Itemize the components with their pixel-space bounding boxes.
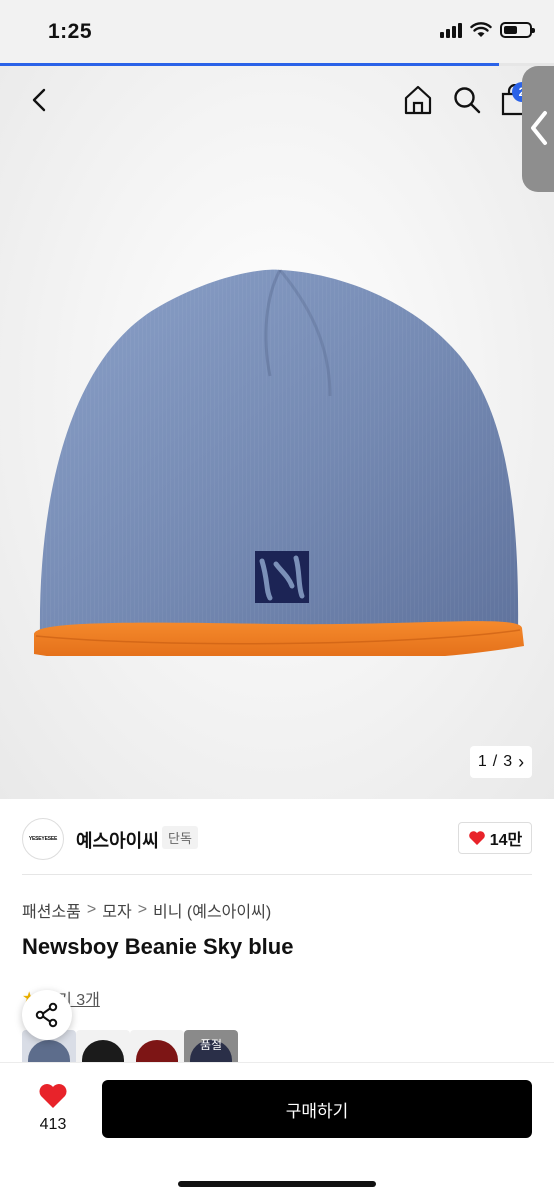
breadcrumb-item[interactable]: 비니 (예스아이씨): [153, 898, 271, 922]
divider: [22, 874, 532, 875]
swatch-cap: [28, 1040, 70, 1062]
share-icon: [35, 1002, 58, 1028]
wishlist-button[interactable]: 413: [30, 1083, 76, 1134]
soldout-label: 품절: [199, 1038, 223, 1052]
product-image-beanie: [34, 269, 524, 656]
exclusive-tag: 단독: [162, 826, 198, 849]
signal-icon: [440, 22, 462, 38]
breadcrumb-separator: >: [86, 901, 97, 918]
wishlist-count: 413: [39, 1116, 67, 1133]
battery-icon: [500, 22, 535, 38]
product-gallery[interactable]: 2 1: [0, 66, 554, 799]
status-bar: 1:25: [0, 0, 554, 64]
heart-icon: [468, 831, 485, 845]
swatch-cap: [82, 1040, 124, 1062]
breadcrumb-separator: >: [137, 901, 148, 918]
swatch-option[interactable]: [76, 1030, 130, 1062]
brand-like-count: 14만: [489, 832, 523, 849]
home-indicator: [178, 1181, 376, 1187]
counter-total: 3: [503, 753, 513, 770]
buy-button[interactable]: 구매하기: [102, 1080, 532, 1138]
chevron-right-icon: ›: [518, 752, 525, 772]
brand-row: YESEYESEE 예스아이씨 단독 14만: [0, 800, 554, 874]
chevron-left-icon: [531, 111, 547, 145]
swatch-cap: [136, 1040, 178, 1062]
breadcrumb: 패션소품 > 모자 > 비니 (예스아이씨): [22, 898, 271, 922]
breadcrumb-item[interactable]: 모자: [102, 898, 131, 922]
bottom-action-bar: 413 구매하기: [0, 1062, 554, 1200]
brand-logo[interactable]: YESEYESEE: [22, 818, 64, 860]
brand-name[interactable]: 예스아이씨: [76, 827, 159, 853]
brand-logo-text: YESEYESEE: [28, 836, 58, 842]
side-drawer-tab[interactable]: [522, 66, 554, 192]
breadcrumb-item[interactable]: 패션소품: [22, 898, 81, 922]
counter-separator: /: [492, 753, 498, 770]
back-icon[interactable]: [26, 86, 54, 114]
product-title: Newsboy Beanie Sky blue: [22, 934, 294, 959]
swatch-option[interactable]: [130, 1030, 184, 1062]
brand-like-button[interactable]: 14만: [458, 822, 532, 854]
swatch-option-soldout[interactable]: 품절: [184, 1030, 238, 1062]
status-time: 1:25: [48, 20, 93, 43]
counter-current: 1: [477, 753, 487, 770]
share-button[interactable]: [22, 990, 72, 1040]
wifi-icon: [470, 22, 492, 37]
search-icon[interactable]: [452, 85, 482, 115]
heart-icon: [39, 1084, 67, 1108]
home-icon[interactable]: [402, 84, 434, 116]
status-icons: [440, 22, 535, 38]
gallery-counter[interactable]: 1 / 3 ›: [470, 746, 532, 778]
